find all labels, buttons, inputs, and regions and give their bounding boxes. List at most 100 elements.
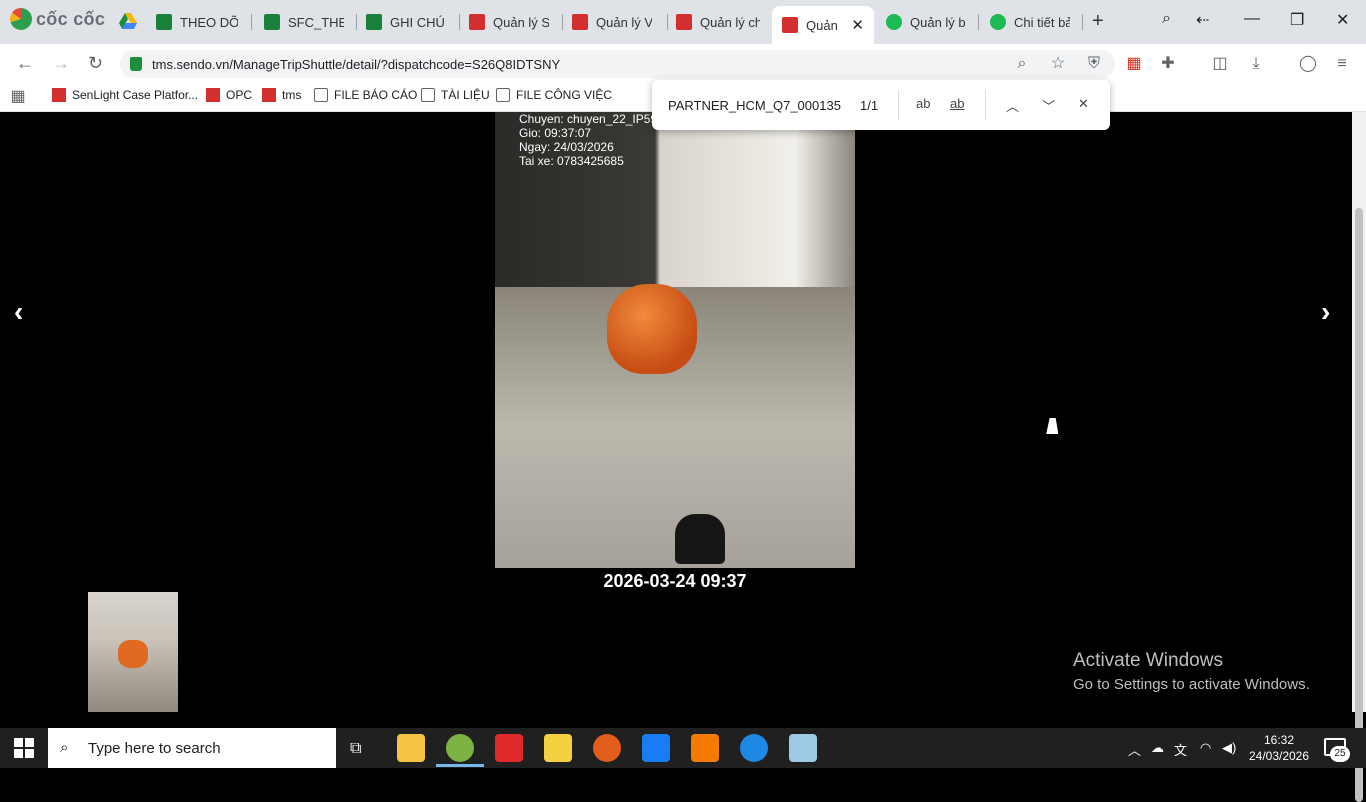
back-button[interactable]: ← xyxy=(16,53,34,74)
find-input[interactable]: PARTNER_HCM_Q7_000135 xyxy=(668,98,841,113)
tab-quan-ly-v[interactable]: Quản lý V xyxy=(562,6,662,38)
split-view-icon[interactable]: ◫ xyxy=(1211,55,1229,73)
show-hidden-icons-icon[interactable]: ︿ xyxy=(1128,740,1141,759)
tab-label: Quản lý ch xyxy=(700,14,760,30)
minimize-button[interactable]: — xyxy=(1244,10,1260,28)
reload-button[interactable]: ↻ xyxy=(88,53,103,74)
taskbar-clock[interactable]: 16:32 24/03/2026 xyxy=(1248,732,1310,764)
browser-brand-name: cốc cốc xyxy=(36,8,106,29)
folder-icon xyxy=(421,88,435,102)
activate-windows-subtitle: Go to Settings to activate Windows. xyxy=(1073,676,1310,693)
sheets-icon xyxy=(366,14,382,30)
whole-word-button[interactable]: ab xyxy=(950,96,964,111)
find-bar: PARTNER_HCM_Q7_000135 1/1 ab ab ︿ ﹀ ✕ xyxy=(652,80,1110,130)
coccoc-taskbar-icon[interactable] xyxy=(446,734,474,762)
tab-quan-active[interactable]: Quản ✕ xyxy=(772,6,874,44)
profile-icon[interactable]: ◯ xyxy=(1299,55,1317,73)
bookmark-file-cong-viec[interactable]: FILE CÔNG VIỆC xyxy=(496,88,612,102)
tab-separator xyxy=(978,14,979,30)
download-icon[interactable]: ⤓ xyxy=(1247,55,1265,73)
page-scrollbar[interactable] xyxy=(1352,112,1366,802)
scrollbar-thumb[interactable] xyxy=(1355,208,1363,802)
bookmark-senlight[interactable]: SenLight Case Platfor... xyxy=(52,88,198,102)
bookmark-label: SenLight Case Platfor... xyxy=(72,88,199,102)
bookmark-star-icon[interactable]: ☆ xyxy=(1049,55,1067,73)
sendo-icon xyxy=(676,14,692,30)
bookmark-tai-lieu[interactable]: TÀI LIỆU xyxy=(421,88,490,102)
tab-separator xyxy=(1082,14,1083,30)
tab-quan-ly-ch[interactable]: Quản lý ch xyxy=(666,6,770,38)
find-in-page-icon[interactable]: ⌕ xyxy=(1013,55,1031,73)
menu-icon[interactable]: ≡ xyxy=(1333,55,1351,73)
google-drive-icon[interactable] xyxy=(119,13,137,29)
photo-shoe xyxy=(675,514,725,564)
task-view-icon[interactable]: ⧉ xyxy=(350,740,361,758)
wifi-icon[interactable]: ◠ xyxy=(1200,740,1211,756)
delivery-photo[interactable] xyxy=(495,112,855,568)
windows-start-icon[interactable] xyxy=(14,738,34,758)
secure-site-icon[interactable] xyxy=(130,57,142,71)
back-history-icon[interactable]: ⇠ xyxy=(1196,10,1209,30)
bookmark-file-bao-cao[interactable]: FILE BÁO CÁO xyxy=(314,88,417,102)
next-image-button[interactable]: › xyxy=(1321,296,1330,328)
overlay-time: Gio: 09:37:07 xyxy=(519,126,592,140)
green-circle-icon xyxy=(990,14,1006,30)
sendo-icon xyxy=(469,14,485,30)
overlay-trip: Chuyen: chuyen_22_IP59 xyxy=(519,112,658,126)
tab-ghi-chu[interactable]: GHI CHÚ C xyxy=(356,6,456,38)
overlay-driver: Tai xe: 0783425685 xyxy=(519,154,624,168)
tab-label: Quản xyxy=(806,17,838,33)
tab-quan-ly-st[interactable]: Quản lý St xyxy=(459,6,559,38)
language-icon[interactable]: 文 xyxy=(1174,740,1187,759)
green-circle-icon xyxy=(886,14,902,30)
browser-logo[interactable]: cốc cốc xyxy=(10,8,105,30)
forward-button[interactable]: → xyxy=(52,53,70,74)
onedrive-icon[interactable]: ☁ xyxy=(1151,740,1164,756)
match-case-button[interactable]: ab xyxy=(916,96,930,111)
tab-theo-doi[interactable]: THEO DÕI xyxy=(146,6,248,38)
app-orange-icon[interactable] xyxy=(691,734,719,762)
bookmark-tms[interactable]: tms xyxy=(262,88,301,102)
sticky-notes-icon[interactable] xyxy=(544,734,572,762)
bookmark-label: FILE BÁO CÁO xyxy=(334,88,418,102)
phone-app-icon[interactable] xyxy=(740,734,768,762)
ultraviewer-icon[interactable] xyxy=(593,734,621,762)
bookmark-opc[interactable]: OPC xyxy=(206,88,252,102)
bookmark-label: OPC xyxy=(226,88,253,102)
find-match-count: 1/1 xyxy=(860,98,879,113)
find-next-icon[interactable]: ﹀ xyxy=(1042,96,1055,115)
tab-sfc-theo[interactable]: SFC_THEO xyxy=(254,6,354,38)
find-divider xyxy=(985,90,986,120)
notification-badge: 25 xyxy=(1330,746,1350,762)
zalo-icon[interactable] xyxy=(642,734,670,762)
restore-button[interactable]: ❐ xyxy=(1290,10,1304,30)
tab-close-icon[interactable]: ✕ xyxy=(851,16,864,34)
extension-chart-icon[interactable]: ▦ xyxy=(1125,55,1143,73)
extensions-puzzle-icon[interactable]: ✚ xyxy=(1159,55,1177,73)
file-explorer-icon[interactable] xyxy=(397,734,425,762)
shield-icon[interactable]: ⛨ xyxy=(1085,55,1103,73)
new-tab-button[interactable]: + xyxy=(1092,10,1104,33)
wps-office-icon[interactable] xyxy=(495,734,523,762)
url-text[interactable]: tms.sendo.vn/ManageTripShuttle/detail/?d… xyxy=(152,57,560,72)
find-divider xyxy=(898,90,899,120)
tab-search-icon[interactable]: ⌕ xyxy=(1162,10,1171,28)
tab-label: SFC_THEO xyxy=(288,14,344,30)
bookmark-label: TÀI LIỆU xyxy=(441,88,490,102)
photo-orange-bag xyxy=(607,284,697,374)
tab-label: Quản lý V xyxy=(596,14,652,30)
find-previous-icon[interactable]: ︿ xyxy=(1006,96,1019,115)
photo-thumbnail[interactable] xyxy=(88,592,178,712)
tab-label: Quản lý St xyxy=(493,14,549,30)
active-app-indicator xyxy=(436,764,484,767)
tab-chi-tiet-ba[interactable]: Chi tiết bả xyxy=(980,6,1080,38)
tab-quan-ly-ba[interactable]: Quản lý bả xyxy=(876,6,976,38)
app-blue-icon[interactable] xyxy=(789,734,817,762)
apps-grid-icon[interactable]: ▦ xyxy=(9,88,27,106)
find-close-icon[interactable]: ✕ xyxy=(1078,96,1089,112)
sendo-icon xyxy=(206,88,220,102)
taskbar-search[interactable]: ⌕ Type here to search xyxy=(48,728,336,768)
prev-image-button[interactable]: ‹ xyxy=(14,296,23,328)
close-window-button[interactable]: ✕ xyxy=(1336,10,1349,30)
volume-icon[interactable]: ◀) xyxy=(1222,740,1236,756)
